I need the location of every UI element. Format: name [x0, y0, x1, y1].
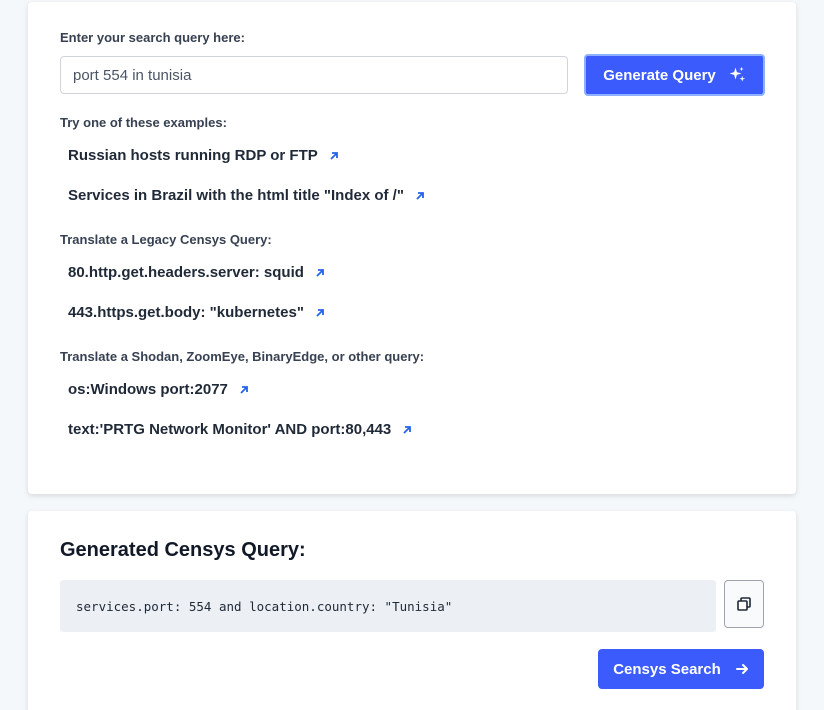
external-link-icon: [316, 308, 324, 317]
legacy-heading: Translate a Legacy Censys Query:: [60, 232, 272, 247]
example-link-kubernetes[interactable]: 443.https.get.body: "kubernetes": [68, 304, 326, 321]
other-query-heading: Translate a Shodan, ZoomEye, BinaryEdge,…: [60, 349, 425, 364]
search-label: Enter your search query here:: [60, 30, 245, 45]
arrow-right-icon: [735, 664, 748, 674]
external-link-icon: [403, 425, 412, 434]
example-label: 443.https.get.body: "kubernetes": [68, 304, 304, 321]
generated-query-card: Generated Censys Query: services.port: 5…: [28, 511, 796, 710]
examples-heading: Try one of these examples:: [60, 115, 227, 130]
external-link-icon: [330, 151, 338, 160]
example-link-russian-hosts[interactable]: Russian hosts running RDP or FTP: [68, 147, 340, 164]
external-link-icon: [416, 191, 424, 200]
generate-query-label: Generate Query: [603, 66, 716, 84]
generate-query-button[interactable]: Generate Query: [584, 54, 765, 96]
example-label: Russian hosts running RDP or FTP: [68, 147, 318, 164]
query-builder-card: Enter your search query here: Generate Q…: [28, 2, 796, 494]
generated-query-text: services.port: 554 and location.country:…: [76, 598, 453, 614]
example-label: Services in Brazil with the html title "…: [68, 187, 404, 204]
example-label: text:'PRTG Network Monitor' AND port:80,…: [68, 421, 392, 438]
generated-query-output[interactable]: services.port: 554 and location.country:…: [60, 580, 716, 632]
example-link-brazil-services[interactable]: Services in Brazil with the html title "…: [68, 187, 426, 204]
example-link-squid[interactable]: 80.http.get.headers.server: squid: [68, 264, 326, 281]
search-input[interactable]: [60, 56, 568, 94]
example-label: 80.http.get.headers.server: squid: [68, 264, 304, 281]
example-label: os:Windows port:2077: [68, 381, 228, 398]
censys-search-button[interactable]: Censys Search: [598, 649, 764, 689]
example-link-windows-port[interactable]: os:Windows port:2077: [68, 381, 250, 398]
sparkles-icon: [729, 66, 746, 82]
external-link-icon: [316, 268, 324, 277]
censys-search-label: Censys Search: [613, 660, 721, 678]
copy-icon: [737, 597, 751, 611]
copy-button[interactable]: [724, 580, 764, 628]
external-link-icon: [240, 385, 248, 394]
example-link-prtg[interactable]: text:'PRTG Network Monitor' AND port:80,…: [68, 421, 413, 438]
generated-query-title: Generated Censys Query:: [60, 539, 306, 561]
